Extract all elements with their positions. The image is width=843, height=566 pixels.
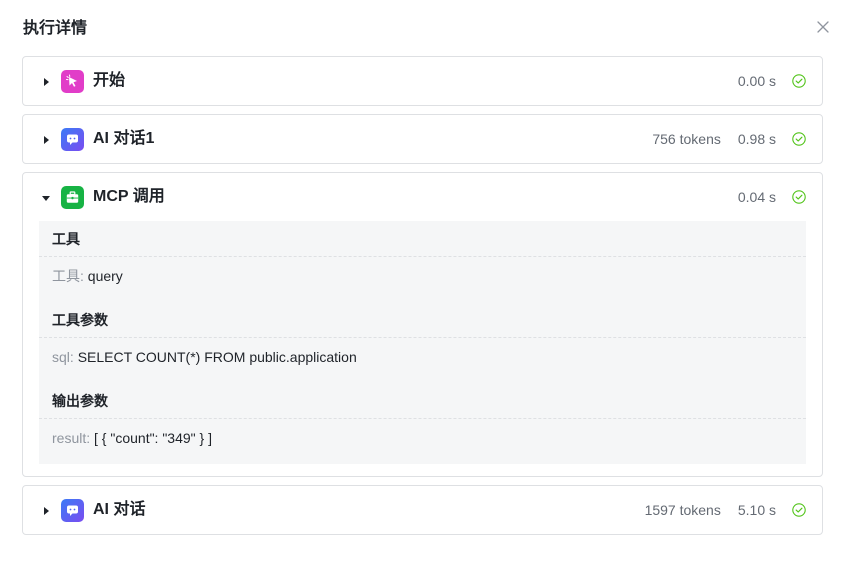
param-key: sql: xyxy=(52,349,74,365)
param-key: 工具: xyxy=(52,268,84,284)
node-name: MCP 调用 xyxy=(93,188,165,205)
node-card-start[interactable]: 开始 0.00 s xyxy=(22,56,823,106)
toolbox-icon xyxy=(61,186,84,209)
node-meta: 0.00 s xyxy=(738,71,806,91)
node-header[interactable]: AI 对话 1597 tokens 5.10 s xyxy=(23,486,822,534)
node-time: 5.10 s xyxy=(737,502,776,518)
chat-bubble-icon xyxy=(61,128,84,151)
section-output-params: 输出参数 result: [ { "count": "349" } ] xyxy=(39,383,806,464)
check-circle-icon xyxy=(792,74,806,88)
param-value: query xyxy=(87,268,123,284)
close-icon[interactable] xyxy=(814,18,832,36)
param-value: [ { "count": "349" } ] xyxy=(94,430,212,446)
section-body: 工具: query xyxy=(39,257,806,302)
node-header[interactable]: MCP 调用 0.04 s xyxy=(23,173,822,221)
dialog-title: 执行详情 xyxy=(23,20,88,37)
section-tool: 工具 工具: query xyxy=(39,221,806,302)
section-title: 工具 xyxy=(39,221,806,257)
node-card-mcp-call[interactable]: MCP 调用 0.04 s 工具 工具: query 工具参数 sql: SEL… xyxy=(22,172,823,477)
check-circle-icon xyxy=(792,503,806,517)
caret-right-icon[interactable] xyxy=(40,504,52,516)
section-body: result: [ { "count": "349" } ] xyxy=(39,419,806,464)
chat-bubble-icon xyxy=(61,499,84,522)
param-value: SELECT COUNT(*) FROM public.application xyxy=(77,349,357,365)
check-circle-icon xyxy=(792,190,806,204)
section-title: 输出参数 xyxy=(39,383,806,419)
section-body: sql: SELECT COUNT(*) FROM public.applica… xyxy=(39,338,806,383)
node-card-ai-chat[interactable]: AI 对话 1597 tokens 5.10 s xyxy=(22,485,823,535)
caret-down-icon[interactable] xyxy=(40,191,52,203)
node-header[interactable]: AI 对话1 756 tokens 0.98 s xyxy=(23,115,822,163)
node-meta: 1597 tokens 5.10 s xyxy=(645,500,806,520)
check-circle-icon xyxy=(792,132,806,146)
node-meta: 756 tokens 0.98 s xyxy=(652,129,806,149)
node-time: 0.00 s xyxy=(737,73,776,89)
node-time: 0.98 s xyxy=(737,131,776,147)
node-tokens: 1597 tokens xyxy=(644,502,721,518)
caret-right-icon[interactable] xyxy=(40,75,52,87)
caret-right-icon[interactable] xyxy=(40,133,52,145)
node-time: 0.04 s xyxy=(737,189,776,205)
node-card-ai-chat-1[interactable]: AI 对话1 756 tokens 0.98 s xyxy=(22,114,823,164)
node-name: AI 对话1 xyxy=(93,130,155,147)
dialog-header: 执行详情 xyxy=(0,0,843,56)
node-name: AI 对话 xyxy=(93,501,146,518)
node-name: 开始 xyxy=(93,72,126,89)
node-header[interactable]: 开始 0.00 s xyxy=(23,57,822,105)
node-tokens: 756 tokens xyxy=(652,131,721,147)
pointer-click-icon xyxy=(61,70,84,93)
param-key: result: xyxy=(52,430,91,446)
section-tool-params: 工具参数 sql: SELECT COUNT(*) FROM public.ap… xyxy=(39,302,806,383)
node-meta: 0.04 s xyxy=(738,187,806,207)
section-title: 工具参数 xyxy=(39,302,806,338)
